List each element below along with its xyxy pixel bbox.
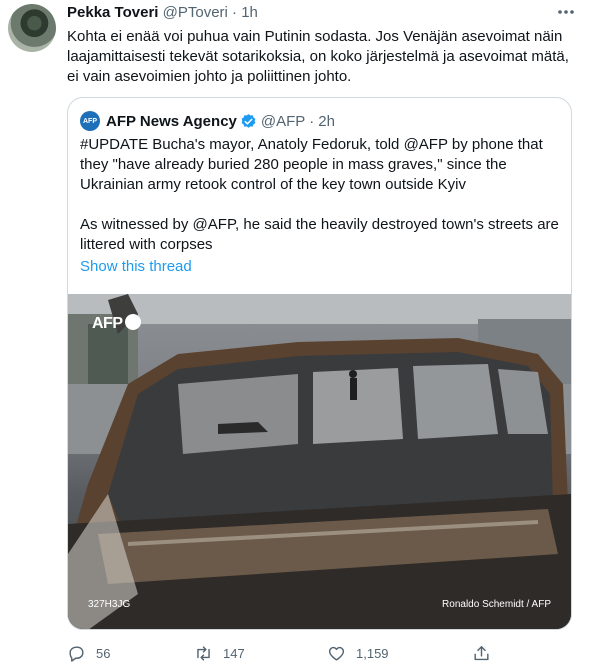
- tweet-header: Pekka Toveri @PToveri · 1h: [67, 4, 574, 24]
- photo-scene: [68, 294, 571, 629]
- show-thread-link[interactable]: Show this thread: [80, 258, 192, 275]
- quote-author-handle[interactable]: @AFP: [261, 113, 305, 130]
- retweet-count: 147: [223, 645, 245, 661]
- retweet-button[interactable]: 147: [194, 641, 245, 665]
- author-handle[interactable]: @PToveri: [163, 4, 228, 21]
- author-name[interactable]: Pekka Toveri: [67, 4, 158, 21]
- photo-id: 327H3JG: [88, 599, 131, 610]
- tweet-actions: 56 147 1,159: [67, 641, 489, 665]
- like-count: 1,159: [356, 645, 389, 661]
- retweet-icon: [197, 645, 210, 661]
- reply-icon: [69, 645, 84, 662]
- quote-header: AFP AFP News Agency @AFP · 2h: [80, 110, 335, 132]
- quote-paragraph-1: #UPDATE Bucha's mayor, Anatoly Fedoruk, …: [80, 136, 543, 193]
- reply-button[interactable]: 56: [67, 641, 110, 665]
- quote-paragraph-2: As witnessed by @AFP, he said the heavil…: [80, 216, 559, 253]
- share-icon: [474, 645, 489, 660]
- photo-credit: Ronaldo Schemidt / AFP: [442, 599, 551, 610]
- like-button[interactable]: 1,159: [327, 641, 389, 665]
- separator-dot: ·: [232, 4, 238, 21]
- quote-separator-dot: ·: [309, 112, 315, 130]
- quote-text: #UPDATE Bucha's mayor, Anatoly Fedoruk, …: [80, 135, 562, 255]
- news-photo[interactable]: AFP 327H3JG Ronaldo Schemidt / AFP: [68, 294, 571, 629]
- quoted-tweet[interactable]: AFP AFP News Agency @AFP · 2h #UPDATE Bu…: [67, 97, 572, 630]
- heart-icon: [328, 646, 345, 661]
- share-button[interactable]: [472, 641, 501, 665]
- more-icon[interactable]: [556, 6, 576, 22]
- photo-afp-watermark: AFP: [92, 314, 141, 333]
- afp-avatar[interactable]: AFP: [80, 111, 100, 131]
- verified-badge-icon: [240, 113, 257, 130]
- quote-time[interactable]: 2h: [318, 113, 335, 130]
- quote-author-name[interactable]: AFP News Agency: [106, 113, 237, 130]
- author-avatar[interactable]: [8, 4, 56, 52]
- reply-count: 56: [96, 645, 111, 661]
- tweet-text: Kohta ei enää voi puhua vain Putinin sod…: [67, 28, 569, 85]
- tweet-time[interactable]: 1h: [241, 4, 258, 21]
